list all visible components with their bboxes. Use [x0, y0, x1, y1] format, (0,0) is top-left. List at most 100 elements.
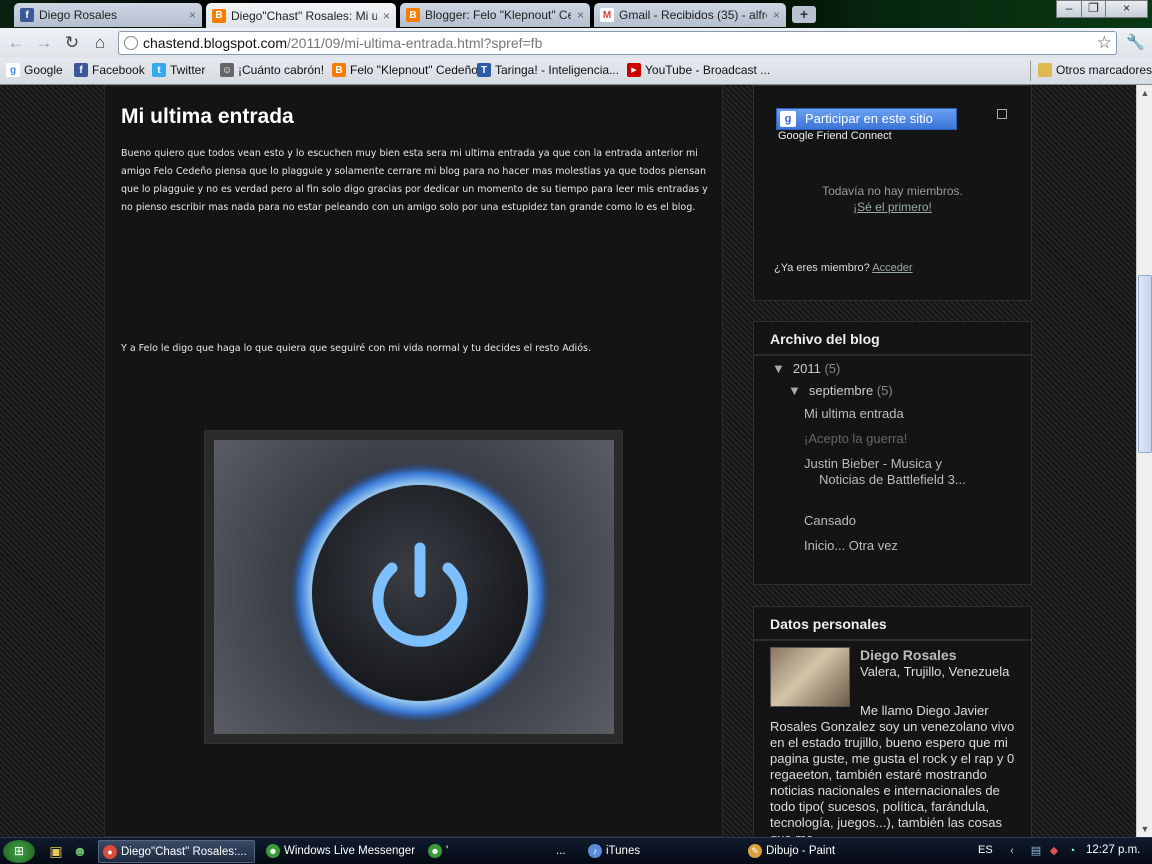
tab-blogger[interactable]: B Blogger: Felo "Klepnout" Cede ×: [400, 3, 590, 27]
wrench-icon[interactable]: 🔧: [1126, 33, 1145, 51]
twitter-icon: t: [152, 63, 166, 77]
globe-icon: [124, 36, 138, 50]
scroll-down-icon[interactable]: ▼: [1137, 821, 1152, 837]
security-shield-icon[interactable]: ◆: [1046, 843, 1062, 859]
task-unknown[interactable]: ...: [534, 840, 584, 863]
task-chrome[interactable]: ● Diego"Chast" Rosales:...: [98, 840, 255, 863]
facebook-icon: f: [20, 8, 34, 22]
archive-month-label: septiembre: [808, 383, 874, 398]
archive-title: Archivo del blog: [770, 331, 880, 347]
scroll-up-icon[interactable]: ▲: [1137, 85, 1152, 101]
cuanto-cabron-icon: ☺: [220, 63, 234, 77]
bookmark-label: Otros marcadores: [1056, 63, 1152, 77]
tab-strip: f Diego Rosales × B Diego"Chast" Rosales…: [0, 0, 1152, 28]
join-site-button[interactable]: g Participar en este sitio: [776, 108, 957, 130]
bookmark-label: Facebook: [92, 63, 145, 77]
close-tab-icon[interactable]: ×: [577, 8, 584, 22]
windows-taskbar: ⊞ ▣ ☻ ● Diego"Chast" Rosales:... ☻ Windo…: [0, 837, 1152, 864]
back-icon[interactable]: ←: [6, 33, 26, 53]
archive-post-link[interactable]: Justin Bieber - Musica y Noticias de Bat…: [804, 456, 984, 488]
bookmark-taringa[interactable]: T Taringa! - Inteligencia...: [477, 63, 619, 77]
bookmark-label: YouTube - Broadcast ...: [645, 63, 771, 77]
close-tab-icon[interactable]: ×: [383, 9, 390, 23]
task-label: Diego"Chast" Rosales:...: [121, 846, 247, 858]
tab-blog-post[interactable]: B Diego"Chast" Rosales: Mi ultim ×: [206, 3, 396, 28]
show-hidden-icons-icon[interactable]: ‹: [1004, 843, 1020, 859]
post-body: Bueno quiero que todos vean esto y lo es…: [121, 148, 708, 213]
blogger-icon: B: [406, 8, 420, 22]
bookmark-label: Twitter: [170, 63, 206, 77]
tab-facebook[interactable]: f Diego Rosales ×: [14, 3, 202, 27]
task-paint[interactable]: ✎ Dibujo - Paint: [744, 840, 894, 863]
close-tab-icon[interactable]: ×: [189, 8, 196, 22]
language-indicator[interactable]: ES: [978, 844, 993, 856]
address-bar[interactable]: chastend.blogspot.com/2011/09/mi-ultima-…: [118, 31, 1117, 55]
scroll-thumb[interactable]: [1138, 275, 1152, 453]
archive-post-link[interactable]: Inicio... Otra vez: [804, 538, 984, 554]
profile-widget: Datos personales Diego Rosales Valera, T…: [753, 606, 1032, 837]
login-link[interactable]: Acceder: [872, 262, 912, 274]
triangle-down-icon[interactable]: ▼: [772, 361, 785, 376]
messenger-icon[interactable]: ☻: [72, 843, 88, 859]
bookmark-google[interactable]: g Google: [6, 63, 63, 77]
no-members-text: Todavía no hay miembros.: [822, 184, 963, 198]
bookmark-label: Taringa! - Inteligencia...: [495, 63, 620, 77]
minimize-button[interactable]: –: [1056, 0, 1082, 18]
new-tab-button[interactable]: +: [792, 6, 816, 23]
bookmarks-separator: [1030, 61, 1031, 81]
messenger-icon: ☻: [266, 844, 280, 858]
tab-gmail[interactable]: M Gmail - Recibidos (35) - alfredo ×: [594, 3, 786, 27]
close-tab-icon[interactable]: ×: [773, 8, 780, 22]
archive-post-link[interactable]: Mi ultima entrada: [804, 406, 984, 422]
bookmark-youtube[interactable]: ▶ YouTube - Broadcast ...: [627, 63, 770, 77]
profile-name[interactable]: Diego Rosales: [860, 647, 956, 663]
bookmark-facebook[interactable]: f Facebook: [74, 63, 145, 77]
archive-post-link[interactable]: ¡Acepto la guerra!: [804, 431, 984, 447]
bookmark-felo-blog[interactable]: B Felo "Klepnout" Cedeño: [332, 63, 478, 77]
start-button[interactable]: ⊞: [3, 840, 35, 863]
profile-description: Me llamo Diego Javier Rosales Gonzalez s…: [770, 703, 1015, 837]
post-image-frame[interactable]: [204, 430, 623, 744]
reload-icon[interactable]: ↻: [62, 33, 82, 53]
wifi-icon[interactable]: ◔: [1064, 843, 1080, 859]
blogger-icon: B: [332, 63, 346, 77]
forward-icon[interactable]: →: [34, 33, 54, 53]
power-icon: [290, 463, 550, 723]
archive-year[interactable]: ▼ 2011 (5): [772, 361, 840, 376]
bookmarks-bar: g Google f Facebook t Twitter ☺ ¡Cuánto …: [0, 58, 1152, 85]
power-button-image: [214, 440, 614, 734]
itunes-icon: ♪: [588, 844, 602, 858]
popout-icon[interactable]: [997, 109, 1007, 119]
archive-month[interactable]: ▼ septiembre (5): [788, 383, 893, 398]
triangle-down-icon[interactable]: ▼: [788, 383, 801, 398]
bookmark-twitter[interactable]: t Twitter: [152, 63, 205, 77]
join-button-label: Participar en este sitio: [805, 111, 933, 126]
post-body-line: Y a Felo le digo que haga lo que quiera …: [121, 343, 591, 354]
other-bookmarks[interactable]: Otros marcadores: [1038, 63, 1152, 77]
archive-year-label: 2011: [792, 361, 821, 376]
folder-icon[interactable]: ▣: [48, 843, 64, 859]
task-itunes[interactable]: ♪ iTunes: [584, 840, 734, 863]
chrome-icon: ●: [103, 845, 117, 859]
avatar[interactable]: [770, 647, 850, 707]
archive-year-count: (5): [824, 361, 841, 376]
system-clock[interactable]: 12:27 p.m.: [1086, 844, 1140, 856]
gmail-icon: M: [600, 8, 614, 22]
task-messenger-chat[interactable]: ☻ ': [424, 840, 504, 863]
maximize-button[interactable]: ❐: [1081, 0, 1106, 18]
post-title[interactable]: Mi ultima entrada: [121, 105, 294, 129]
network-icon[interactable]: ▤: [1028, 843, 1044, 859]
task-messenger[interactable]: ☻ Windows Live Messenger: [262, 840, 418, 863]
be-first-link-wrap: ¡Sé el primero!: [754, 200, 1031, 214]
bookmark-label: Felo "Klepnout" Cedeño: [350, 63, 478, 77]
bookmark-cuanto-cabron[interactable]: ☺ ¡Cuánto cabrón!: [220, 63, 324, 77]
be-first-link[interactable]: ¡Sé el primero!: [853, 200, 932, 214]
close-window-button[interactable]: ×: [1105, 0, 1148, 18]
bookmark-star-icon[interactable]: ☆: [1097, 32, 1112, 54]
browser-window: f Diego Rosales × B Diego"Chast" Rosales…: [0, 0, 1152, 864]
vertical-scrollbar[interactable]: ▲ ▼: [1136, 85, 1152, 837]
gfc-label: Google Friend Connect: [778, 130, 892, 142]
tab-title: Blogger: Felo "Klepnout" Cede: [425, 8, 571, 22]
archive-post-link[interactable]: Cansado: [804, 513, 984, 529]
home-icon[interactable]: ⌂: [90, 33, 110, 53]
